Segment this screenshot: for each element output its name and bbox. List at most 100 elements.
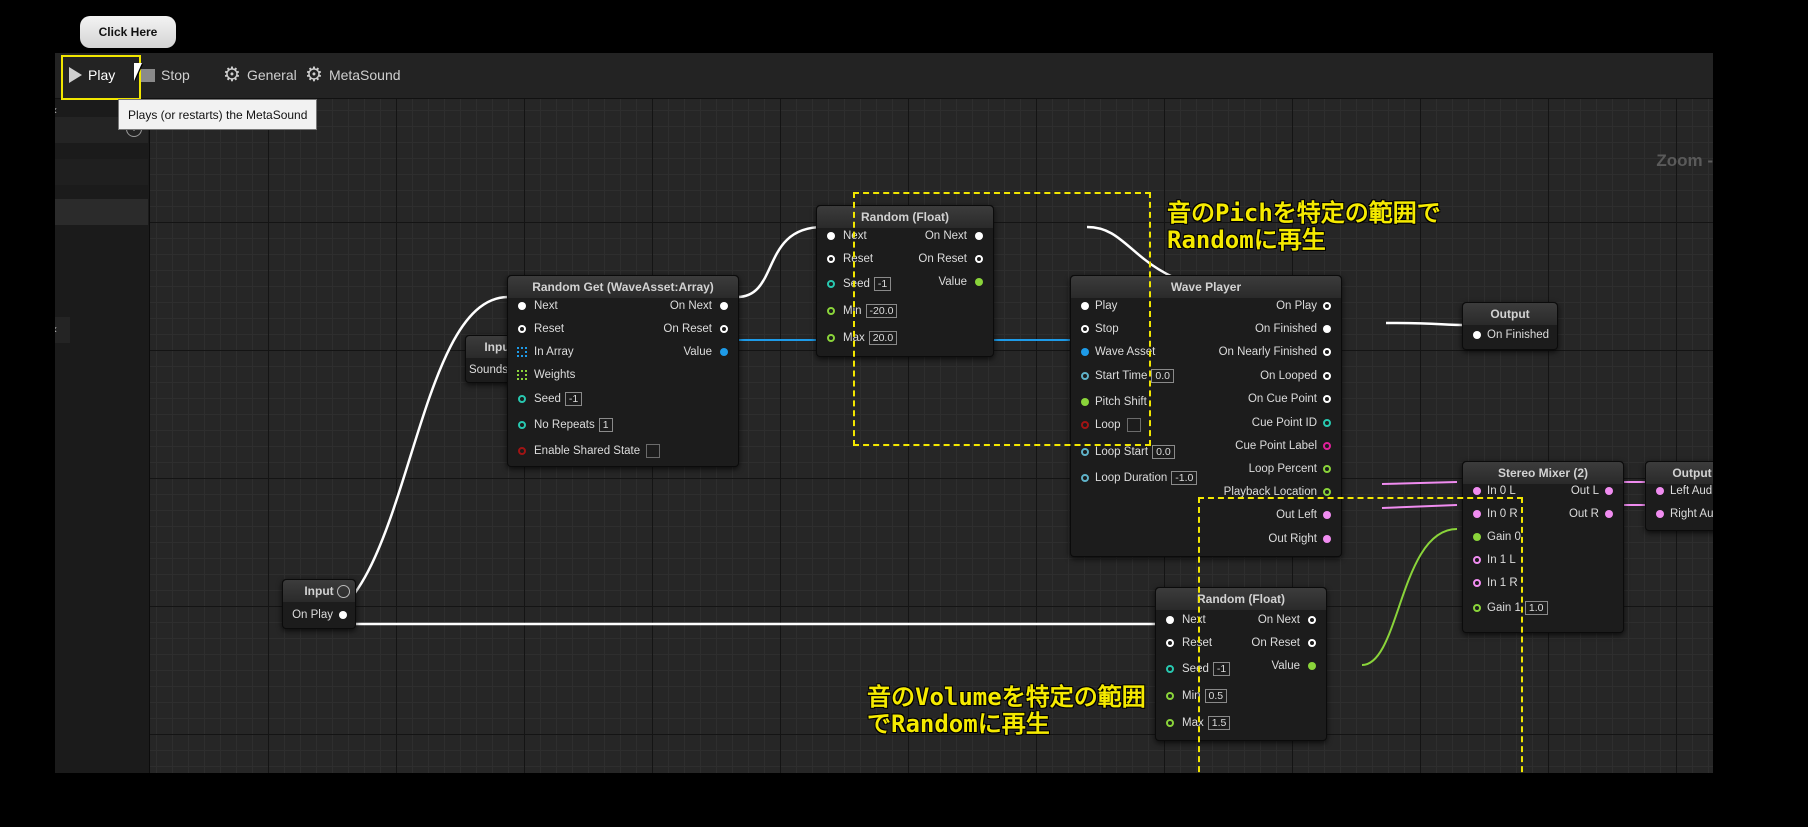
seed-value[interactable]: -1 [564, 392, 583, 406]
exec-pin-icon[interactable] [827, 255, 835, 263]
pin-weights[interactable]: Weights [534, 368, 575, 382]
pin-in-0-l[interactable]: In 0 L [1487, 484, 1516, 498]
annotation-box-pitch [853, 192, 1151, 446]
loop-duration-value[interactable]: -1.0 [1171, 471, 1198, 485]
pin-on-looped[interactable]: On Looped [1260, 369, 1317, 383]
audio-pin-icon[interactable] [1605, 487, 1613, 495]
play-tooltip: Plays (or restarts) the MetaSound [118, 99, 317, 130]
exec-pin-icon[interactable] [339, 611, 347, 619]
pin-value[interactable]: Value [683, 345, 712, 359]
exec-pin-icon[interactable] [518, 302, 526, 310]
pin-on-cue-point[interactable]: On Cue Point [1248, 392, 1317, 406]
collapse-arrow-icon[interactable]: ‹ [55, 322, 57, 336]
loop-start-value[interactable]: 0.0 [1152, 445, 1175, 459]
start-time-value[interactable]: 0.0 [1151, 369, 1175, 383]
exec-pin-icon[interactable] [1166, 616, 1174, 624]
exec-pin-icon[interactable] [1323, 348, 1331, 356]
exec-pin-icon[interactable] [720, 302, 728, 310]
general-label: General [246, 67, 297, 83]
wire-exec-randomget-pitch [736, 225, 824, 299]
int-pin-icon[interactable] [827, 280, 835, 288]
int-pin-icon[interactable] [1166, 665, 1174, 673]
wire-exec-finished-output [1385, 321, 1469, 327]
int-pin-icon[interactable] [518, 421, 526, 429]
exec-pin-icon[interactable] [1323, 395, 1331, 403]
pin-shared-state[interactable]: Enable Shared State [534, 444, 661, 458]
audio-pin-icon[interactable] [1605, 510, 1613, 518]
node-title: Output [1463, 303, 1557, 325]
pin-on-nearly-finished[interactable]: On Nearly Finished [1219, 345, 1317, 359]
pin-out-l[interactable]: Out L [1571, 484, 1599, 498]
node-title: Stereo Mixer (2) [1463, 462, 1623, 484]
audio-pin-icon[interactable] [1656, 510, 1664, 518]
audio-pin-icon[interactable] [1473, 487, 1481, 495]
gain1-value[interactable]: 1.0 [1524, 601, 1548, 615]
pin-reset[interactable]: Reset [534, 322, 564, 336]
float-pin-icon[interactable] [827, 307, 835, 315]
shared-state-checkbox[interactable] [646, 444, 661, 458]
pin-on-finished[interactable]: On Finished [1255, 322, 1317, 336]
pin-left-audio[interactable]: Left Audio [1670, 484, 1713, 498]
float-pin-icon[interactable] [1323, 488, 1331, 496]
time-pin-icon[interactable] [1081, 474, 1089, 482]
pin-loop-percent[interactable]: Loop Percent [1249, 462, 1317, 476]
array-pin-icon[interactable] [517, 347, 527, 357]
float-pin-icon[interactable] [1166, 692, 1174, 700]
pin-on-next[interactable]: On Next [670, 299, 712, 313]
exec-pin-icon[interactable] [1323, 325, 1331, 333]
pin-right-audio[interactable]: Right Audio [1670, 507, 1713, 521]
bool-pin-icon[interactable] [518, 447, 526, 455]
exec-pin-icon[interactable] [1323, 372, 1331, 380]
float-pin-icon[interactable] [1166, 719, 1174, 727]
pin-loop-duration[interactable]: Loop Duration -1.0 [1095, 471, 1198, 485]
general-button[interactable]: ⚙ General [223, 63, 297, 87]
int-pin-icon[interactable] [518, 395, 526, 403]
audio-pin-icon[interactable] [1656, 487, 1664, 495]
collapse-arrow-icon[interactable]: ‹ [55, 103, 57, 117]
norepeats-value[interactable]: 1 [598, 418, 613, 432]
stop-label: Stop [161, 67, 190, 83]
annotation-box-volume [1198, 497, 1523, 773]
annotation-pitch-line2: Randomに再生 [1167, 226, 1326, 254]
exec-pin-icon[interactable] [518, 325, 526, 333]
exec-pin-icon[interactable] [827, 232, 835, 240]
pin-sounds[interactable]: Sounds [469, 363, 508, 377]
pin-on-reset[interactable]: On Reset [663, 322, 712, 336]
settings-circle-icon [337, 585, 350, 598]
node-random-get[interactable]: Random Get (WaveAsset:Array) Next Reset … [507, 275, 739, 467]
float-pin-icon[interactable] [1323, 465, 1331, 473]
array-pin-icon[interactable] [517, 370, 527, 380]
panel-row[interactable] [55, 159, 148, 185]
pin-cue-point-label[interactable]: Cue Point Label [1235, 439, 1317, 453]
pin-on-finished[interactable]: On Finished [1487, 328, 1549, 342]
pin-cue-point-id[interactable]: Cue Point ID [1252, 416, 1317, 430]
exec-pin-icon[interactable] [720, 325, 728, 333]
time-pin-icon[interactable] [1081, 448, 1089, 456]
pin-out-r[interactable]: Out R [1569, 507, 1599, 521]
int-pin-icon[interactable] [1323, 419, 1331, 427]
stop-button[interactable]: Stop [141, 63, 190, 87]
annotation-volume-line2: でRandomに再生 [867, 710, 1050, 738]
gear-icon: ⚙ [305, 64, 323, 86]
float-pin-icon[interactable] [827, 334, 835, 342]
exec-pin-icon[interactable] [1323, 302, 1331, 310]
panel-row-selected[interactable] [55, 199, 148, 225]
pin-seed[interactable]: Seed -1 [534, 392, 583, 406]
exec-pin-icon[interactable] [1473, 331, 1481, 339]
pin-loop-start[interactable]: Loop Start 0.0 [1095, 445, 1175, 459]
pin-in-array[interactable]: In Array [534, 345, 574, 359]
members-panel: ‹ + ‹ [55, 99, 150, 773]
panel-row[interactable] [55, 317, 70, 343]
string-pin-icon[interactable] [1323, 442, 1331, 450]
node-output-finished[interactable]: Output On Finished [1462, 302, 1558, 350]
pin-next[interactable]: Next [534, 299, 558, 313]
node-output-audio[interactable]: Output Left Audio Right Audio [1645, 461, 1713, 531]
pin-on-play[interactable]: On Play [1276, 299, 1317, 313]
wave-pin-icon[interactable] [720, 348, 728, 356]
pin-no-repeats[interactable]: No Repeats 1 [534, 418, 613, 432]
node-input-onplay[interactable]: Input On Play [282, 579, 356, 629]
graph-canvas[interactable]: Input Sounds Input On Play Random Get (W… [150, 99, 1713, 773]
metasound-button[interactable]: ⚙ MetaSound [305, 63, 401, 87]
exec-pin-icon[interactable] [1166, 639, 1174, 647]
pin-onplay[interactable]: On Play [292, 608, 333, 622]
